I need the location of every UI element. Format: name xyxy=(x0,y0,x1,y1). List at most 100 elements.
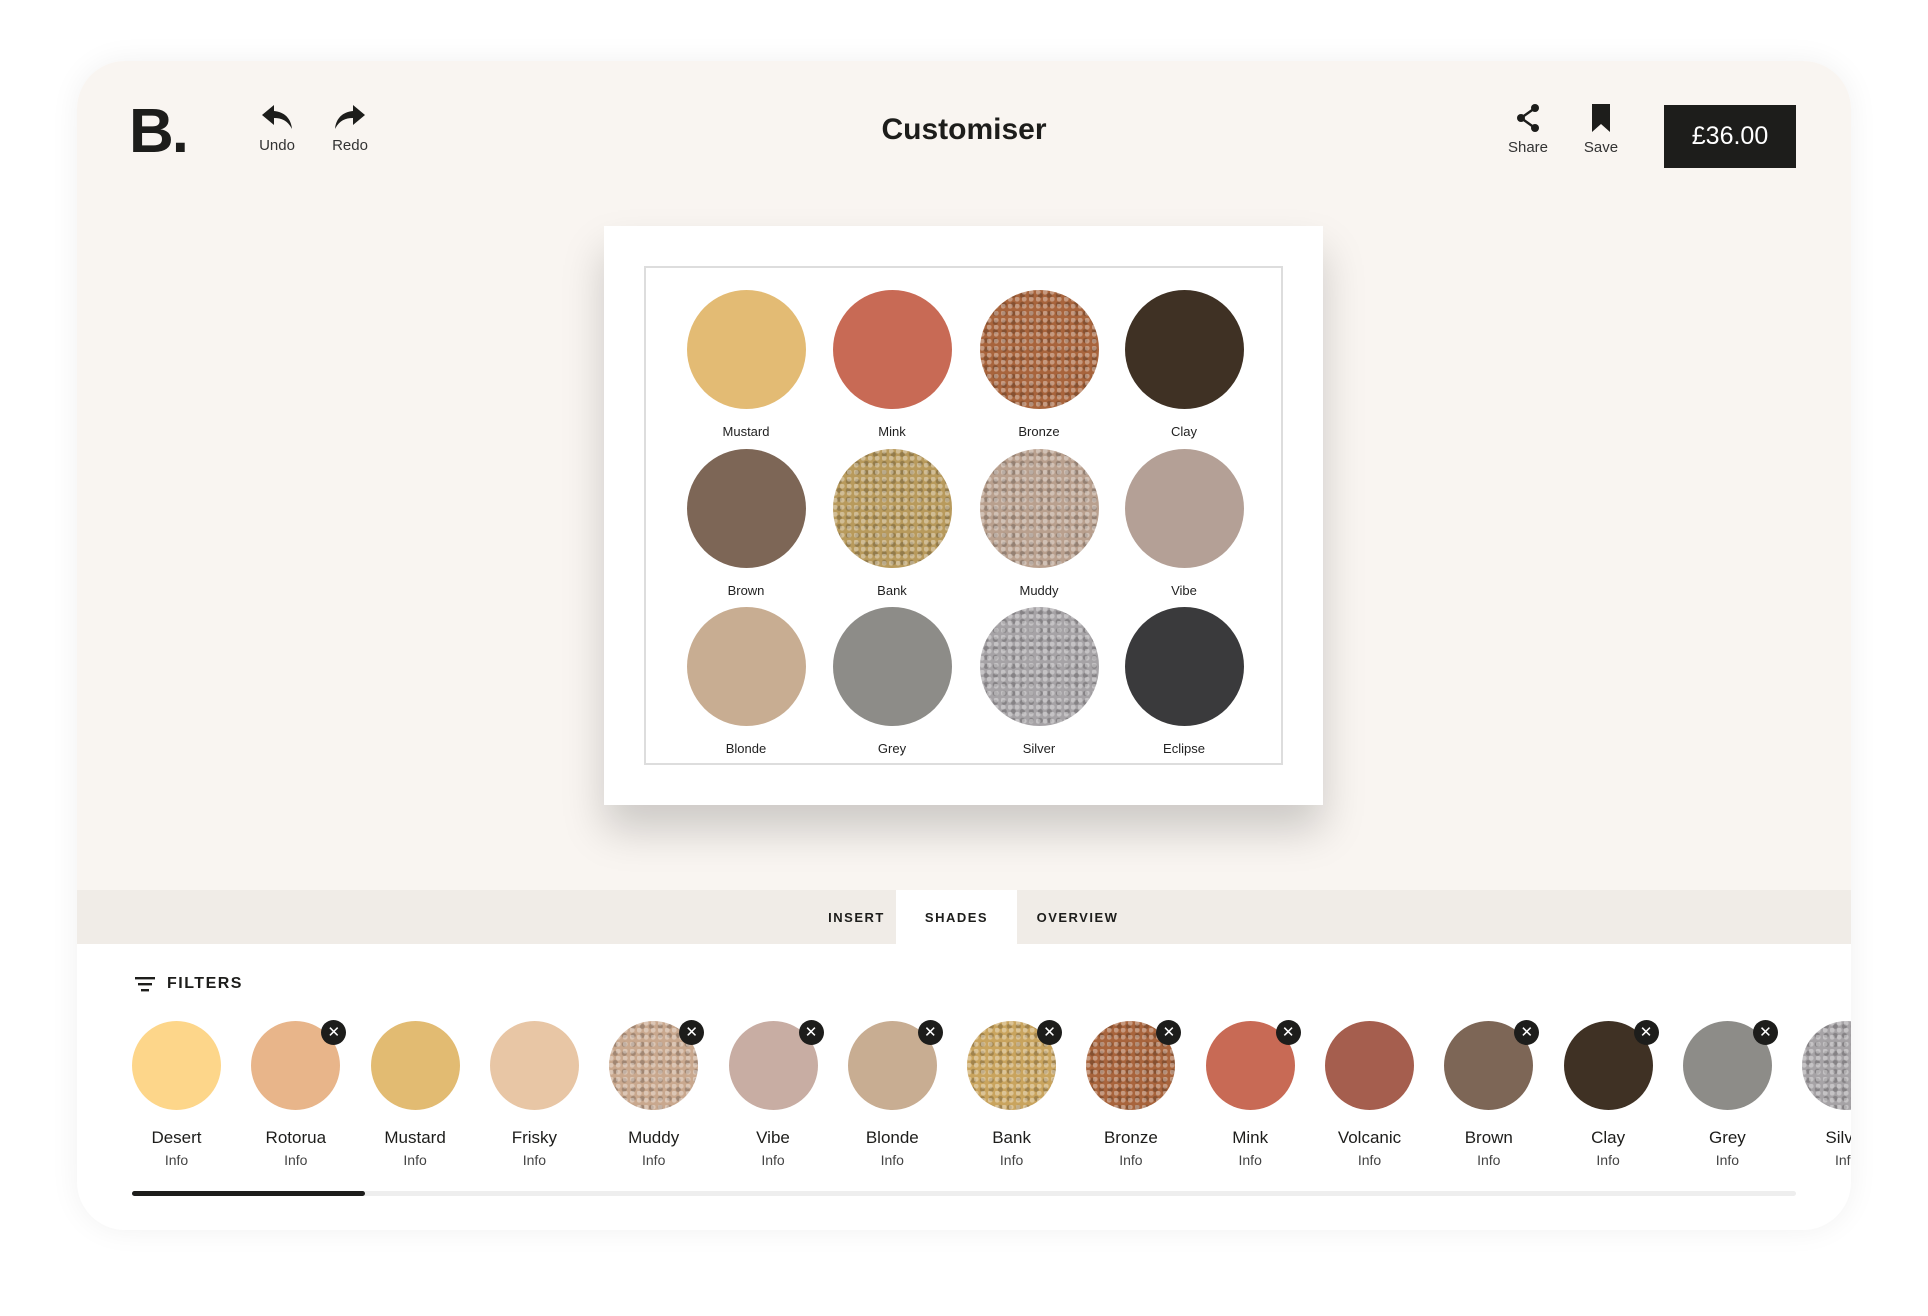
pan-swatch[interactable] xyxy=(1124,607,1244,726)
pan-swatch[interactable] xyxy=(686,607,806,726)
palette-pan[interactable]: Brown xyxy=(673,449,819,598)
pan-label: Silver xyxy=(1022,741,1056,756)
shade-swatch[interactable] xyxy=(370,1021,460,1110)
shade-info-link[interactable]: Info xyxy=(236,1152,355,1168)
pan-label: Mustard xyxy=(722,424,770,439)
shade-info-link[interactable]: Info xyxy=(714,1152,833,1168)
pan-swatch[interactable] xyxy=(1124,290,1244,409)
palette-insert: Mustard Mink Bronze Clay Brown Bank Muddy Vibe B… xyxy=(644,266,1283,765)
palette-pan[interactable]: Eclipse xyxy=(1111,607,1257,756)
palette-pan[interactable]: Blonde xyxy=(673,607,819,756)
palette-pan[interactable]: Mink xyxy=(819,290,965,439)
palette-pan[interactable]: Bronze xyxy=(966,290,1112,439)
shade-info-link[interactable]: Info xyxy=(1668,1152,1787,1168)
carousel-scrollbar[interactable] xyxy=(132,1191,1796,1196)
shade-item[interactable]: ✕ Blonde Info xyxy=(833,1020,952,1168)
remove-icon[interactable]: ✕ xyxy=(917,1020,943,1045)
remove-icon[interactable]: ✕ xyxy=(798,1020,824,1045)
shade-swatch[interactable] xyxy=(1802,1021,1851,1110)
remove-icon[interactable]: ✕ xyxy=(1275,1020,1301,1045)
filters-button[interactable]: FILTERS xyxy=(135,975,243,993)
shade-info-link[interactable]: Info xyxy=(952,1152,1071,1168)
shade-swatch[interactable]: ✕ xyxy=(1682,1020,1778,1110)
shade-swatch[interactable] xyxy=(132,1021,221,1110)
share-button[interactable]: Share xyxy=(1498,103,1558,156)
pan-swatch[interactable] xyxy=(832,290,952,409)
shade-info-link[interactable]: Info xyxy=(1191,1152,1310,1168)
shade-swatch[interactable]: ✕ xyxy=(728,1020,824,1110)
shade-swatch[interactable]: ✕ xyxy=(967,1020,1063,1110)
filter-icon xyxy=(135,977,155,992)
pan-swatch[interactable] xyxy=(979,607,1099,726)
scrollbar-thumb[interactable] xyxy=(132,1191,365,1196)
shade-info-link[interactable]: Info xyxy=(117,1152,236,1168)
palette-pan[interactable]: Mustard xyxy=(673,290,819,439)
shade-swatch[interactable]: ✕ xyxy=(1086,1020,1182,1110)
remove-icon[interactable]: ✕ xyxy=(1156,1020,1182,1045)
pan-swatch[interactable] xyxy=(979,290,1099,409)
shade-swatch[interactable]: ✕ xyxy=(609,1020,705,1110)
shade-item[interactable]: Volcanic Info xyxy=(1310,1021,1429,1168)
shade-info-link[interactable]: Info xyxy=(1310,1152,1429,1168)
shade-swatch[interactable]: ✕ xyxy=(1444,1020,1540,1110)
palette-pan[interactable]: Bank xyxy=(819,449,965,598)
shade-item[interactable]: ✕ Vibe Info xyxy=(714,1020,833,1168)
palette-pan[interactable]: Grey xyxy=(819,607,965,756)
shade-info-link[interactable]: Info xyxy=(1787,1152,1851,1168)
shade-item[interactable]: ✕ Bank Info xyxy=(952,1020,1071,1168)
palette-pan[interactable]: Muddy xyxy=(966,449,1112,598)
shade-swatch[interactable]: ✕ xyxy=(847,1020,943,1110)
shade-item[interactable]: ✕ Clay Info xyxy=(1549,1020,1668,1168)
palette-pan[interactable]: Clay xyxy=(1111,290,1257,439)
shade-item[interactable]: ✕ Grey Info xyxy=(1668,1020,1787,1168)
remove-icon[interactable]: ✕ xyxy=(679,1020,705,1045)
shade-swatch[interactable]: ✕ xyxy=(1563,1020,1659,1110)
shade-item[interactable]: ✕ Muddy Info xyxy=(594,1020,713,1168)
shade-swatch[interactable]: ✕ xyxy=(251,1020,347,1110)
shade-item[interactable]: ✕ Bronze Info xyxy=(1071,1020,1190,1168)
shade-info-link[interactable]: Info xyxy=(1549,1152,1668,1168)
remove-icon[interactable]: ✕ xyxy=(1514,1020,1540,1045)
pan-swatch[interactable] xyxy=(979,449,1099,568)
pan-swatch[interactable] xyxy=(1124,449,1244,568)
shade-item[interactable]: Mustard Info xyxy=(356,1021,475,1168)
remove-icon[interactable]: ✕ xyxy=(1633,1020,1659,1045)
tab-shades[interactable]: SHADES xyxy=(896,890,1017,944)
tab-overview[interactable]: OVERVIEW xyxy=(1017,890,1138,944)
customiser-window: B. Undo Redo Customiser Share Save £36.0… xyxy=(77,61,1851,1230)
shade-item[interactable]: ✕ Mink Info xyxy=(1191,1020,1310,1168)
palette-pan[interactable]: Silver xyxy=(966,607,1112,756)
shade-name: Mink xyxy=(1232,1128,1269,1147)
shade-info-link[interactable]: Info xyxy=(356,1152,475,1168)
shade-name: Rotorua xyxy=(265,1128,327,1147)
pan-swatch[interactable] xyxy=(832,449,952,568)
remove-icon[interactable]: ✕ xyxy=(1752,1020,1778,1045)
shade-swatch[interactable] xyxy=(489,1021,579,1110)
pan-swatch[interactable] xyxy=(686,290,806,409)
shade-name: Frisky xyxy=(511,1128,558,1147)
pan-label: Muddy xyxy=(1019,583,1059,598)
shade-info-link[interactable]: Info xyxy=(833,1152,952,1168)
shade-info-link[interactable]: Info xyxy=(1429,1152,1548,1168)
shade-swatch[interactable]: ✕ xyxy=(1205,1020,1301,1110)
shade-info-link[interactable]: Info xyxy=(1071,1152,1190,1168)
shade-name: Grey xyxy=(1708,1128,1746,1147)
save-button[interactable]: Save xyxy=(1571,103,1631,156)
palette-pan[interactable]: Vibe xyxy=(1111,449,1257,598)
shade-item[interactable]: Desert Info xyxy=(117,1021,236,1168)
shade-item[interactable]: Silver Info xyxy=(1787,1021,1851,1168)
preview-area: B. Undo Redo Customiser Share Save £36.0… xyxy=(77,61,1851,890)
pan-swatch[interactable] xyxy=(686,449,806,568)
remove-icon[interactable]: ✕ xyxy=(1037,1020,1063,1045)
remove-icon[interactable]: ✕ xyxy=(321,1020,347,1045)
price-button[interactable]: £36.00 xyxy=(1664,105,1796,168)
shade-info-link[interactable]: Info xyxy=(594,1152,713,1168)
tab-bar: INSERT SHADES OVERVIEW xyxy=(77,890,1851,944)
shade-swatch[interactable] xyxy=(1325,1021,1414,1110)
pan-swatch[interactable] xyxy=(832,607,952,726)
shade-item[interactable]: Frisky Info xyxy=(475,1021,594,1168)
shade-item[interactable]: ✕ Rotorua Info xyxy=(236,1020,355,1168)
shade-item[interactable]: ✕ Brown Info xyxy=(1429,1020,1548,1168)
shade-info-link[interactable]: Info xyxy=(475,1152,594,1168)
pan-label: Bank xyxy=(877,583,907,598)
